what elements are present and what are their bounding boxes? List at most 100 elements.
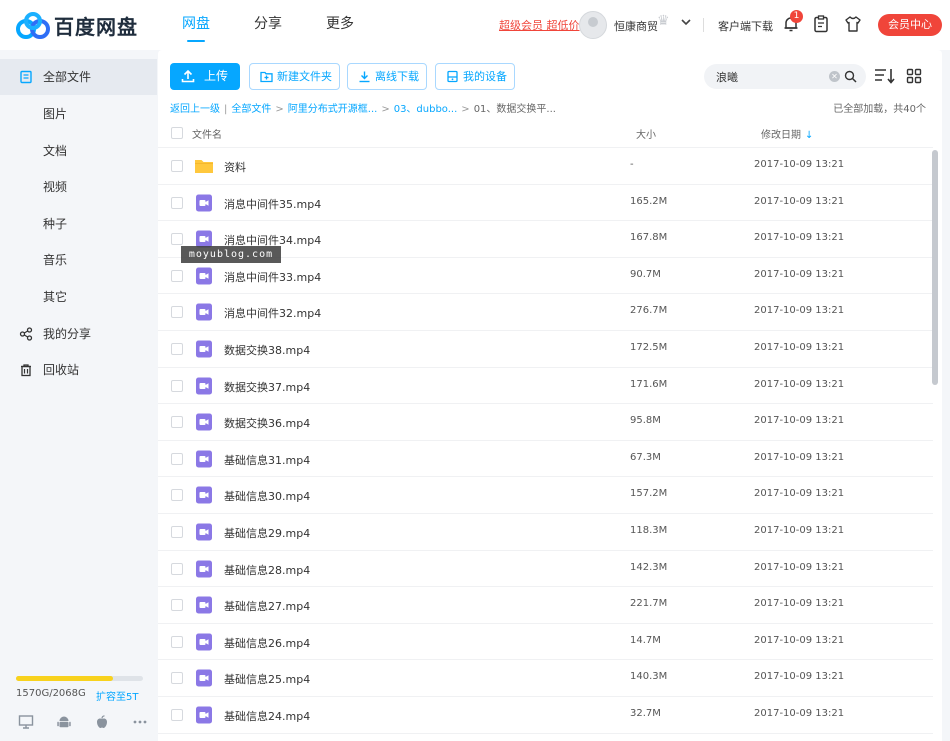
- table-row[interactable]: 基础信息25.mp4 140.3M 2017-10-09 13:21: [158, 660, 933, 697]
- chevron-down-icon[interactable]: [680, 16, 692, 28]
- expand-storage-link[interactable]: 扩容至5T: [96, 688, 138, 703]
- breadcrumb-item[interactable]: 03、dubbo...: [394, 104, 458, 115]
- nav-tab-more[interactable]: 更多: [326, 0, 354, 50]
- file-size: 118.3M: [630, 525, 668, 536]
- clear-search-icon[interactable]: ✕: [829, 71, 840, 82]
- file-name[interactable]: 基础信息28.mp4: [224, 562, 310, 578]
- row-checkbox[interactable]: [171, 160, 183, 172]
- table-row[interactable]: 数据交换38.mp4 172.5M 2017-10-09 13:21: [158, 331, 933, 368]
- row-checkbox[interactable]: [171, 526, 183, 538]
- breadcrumb-item[interactable]: 全部文件: [231, 104, 271, 115]
- column-header-date[interactable]: 修改日期 ↓: [761, 126, 813, 141]
- table-row[interactable]: 基础信息26.mp4 14.7M 2017-10-09 13:21: [158, 624, 933, 661]
- row-checkbox[interactable]: [171, 709, 183, 721]
- table-row[interactable]: 消息中间件33.mp4 90.7M 2017-10-09 13:21: [158, 258, 933, 295]
- sidebar-item-my-shares[interactable]: 我的分享: [0, 316, 157, 352]
- username[interactable]: 恒康商贸: [614, 18, 658, 34]
- video-file-icon: [194, 377, 214, 395]
- file-modified-date: 2017-10-09 13:21: [754, 305, 845, 317]
- sidebar-item-all-files[interactable]: 全部文件: [0, 59, 157, 95]
- row-checkbox[interactable]: [171, 306, 183, 319]
- file-name[interactable]: 基础信息25.mp4: [224, 671, 310, 687]
- row-checkbox[interactable]: [171, 416, 183, 429]
- file-name[interactable]: 基础信息30.mp4: [224, 488, 310, 504]
- client-download-link[interactable]: 客户端下载: [718, 18, 773, 34]
- row-checkbox[interactable]: [171, 343, 183, 355]
- file-name[interactable]: 消息中间件33.mp4: [224, 269, 321, 285]
- upload-button[interactable]: 上传: [170, 63, 240, 90]
- vip-promo-link[interactable]: 超级会员 超低价: [499, 17, 580, 33]
- row-checkbox[interactable]: [171, 489, 183, 502]
- table-row[interactable]: 资料 - 2017-10-09 13:21: [158, 148, 933, 185]
- breadcrumb-back[interactable]: 返回上一级: [170, 104, 220, 115]
- storage-usage-bar: [16, 676, 143, 681]
- file-name[interactable]: 数据交换36.mp4: [224, 415, 310, 431]
- row-checkbox[interactable]: [171, 635, 183, 648]
- file-name[interactable]: 资料: [224, 159, 246, 175]
- sidebar-item-recycle-bin[interactable]: 回收站: [0, 352, 157, 388]
- row-checkbox[interactable]: [171, 562, 183, 575]
- more-dots-icon[interactable]: [132, 714, 148, 730]
- sidebar-item-music[interactable]: 音乐: [0, 242, 157, 278]
- new-folder-button[interactable]: 新建文件夹: [249, 63, 340, 90]
- desktop-icon[interactable]: [18, 714, 34, 730]
- sidebar-item-documents[interactable]: 文档: [0, 133, 157, 169]
- sidebar-item-torrents[interactable]: 种子: [0, 206, 157, 242]
- row-checkbox[interactable]: [171, 233, 183, 246]
- table-row[interactable]: 基础信息31.mp4 67.3M 2017-10-09 13:21: [158, 441, 933, 478]
- sidebar-item-label: 视频: [43, 180, 68, 194]
- tshirt-icon[interactable]: [843, 14, 863, 34]
- table-row[interactable]: 基础信息29.mp4 118.3M 2017-10-09 13:21: [158, 514, 933, 551]
- avatar[interactable]: [579, 11, 607, 39]
- search-icon[interactable]: [844, 70, 857, 83]
- sidebar-item-videos[interactable]: 视频: [0, 169, 157, 205]
- breadcrumb-separator: |: [224, 104, 228, 115]
- file-name[interactable]: 消息中间件35.mp4: [224, 196, 321, 212]
- table-row[interactable]: 基础信息24.mp4 32.7M 2017-10-09 13:21: [158, 697, 933, 734]
- scrollbar-thumb[interactable]: [932, 150, 938, 385]
- nav-tab-share[interactable]: 分享: [254, 0, 282, 50]
- android-icon[interactable]: [56, 714, 72, 730]
- column-header-name[interactable]: 文件名: [192, 126, 222, 141]
- row-checkbox[interactable]: [171, 379, 183, 392]
- file-name[interactable]: 消息中间件32.mp4: [224, 305, 321, 321]
- new-folder-icon: [260, 71, 273, 83]
- sort-icon[interactable]: [874, 66, 896, 86]
- file-name[interactable]: 基础信息27.mp4: [224, 598, 310, 614]
- offline-download-button[interactable]: 离线下载: [347, 63, 427, 90]
- grid-view-icon[interactable]: [906, 68, 922, 84]
- select-all-checkbox[interactable]: [171, 127, 183, 139]
- file-name[interactable]: 基础信息26.mp4: [224, 635, 310, 651]
- table-row[interactable]: 基础信息28.mp4 142.3M 2017-10-09 13:21: [158, 551, 933, 588]
- table-row[interactable]: 消息中间件32.mp4 276.7M 2017-10-09 13:21: [158, 294, 933, 331]
- search-input[interactable]: [716, 64, 826, 89]
- file-name[interactable]: 数据交换37.mp4: [224, 379, 310, 395]
- table-row[interactable]: 数据交换37.mp4 171.6M 2017-10-09 13:21: [158, 368, 933, 405]
- column-header-size[interactable]: 大小: [636, 126, 656, 141]
- table-row[interactable]: 基础信息30.mp4 157.2M 2017-10-09 13:21: [158, 477, 933, 514]
- table-row[interactable]: 数据交换36.mp4 95.8M 2017-10-09 13:21: [158, 404, 933, 441]
- file-size: 140.3M: [630, 671, 668, 683]
- nav-tab-netdisk[interactable]: 网盘: [182, 0, 210, 50]
- row-checkbox[interactable]: [171, 452, 183, 465]
- my-devices-button[interactable]: 我的设备: [435, 63, 515, 90]
- sidebar-item-images[interactable]: 图片: [0, 96, 157, 132]
- file-name[interactable]: 基础信息29.mp4: [224, 525, 310, 541]
- breadcrumb-item[interactable]: 阿里分布式开源框...: [288, 104, 378, 115]
- table-row[interactable]: 消息中间件35.mp4 165.2M 2017-10-09 13:21: [158, 185, 933, 222]
- vip-center-button[interactable]: 会员中心: [878, 14, 942, 36]
- app-logo[interactable]: 百度网盘: [16, 11, 138, 40]
- row-checkbox[interactable]: [171, 599, 183, 612]
- file-size: 172.5M: [630, 342, 668, 353]
- file-name[interactable]: 基础信息24.mp4: [224, 708, 310, 724]
- table-row[interactable]: 基础信息27.mp4 221.7M 2017-10-09 13:21: [158, 587, 933, 624]
- video-file-icon: [194, 413, 214, 431]
- file-name[interactable]: 基础信息31.mp4: [224, 452, 310, 468]
- row-checkbox[interactable]: [171, 672, 183, 685]
- row-checkbox[interactable]: [171, 269, 183, 282]
- sidebar-item-other[interactable]: 其它: [0, 279, 157, 315]
- row-checkbox[interactable]: [171, 196, 183, 209]
- clipboard-icon[interactable]: [811, 14, 831, 34]
- apple-icon[interactable]: [94, 714, 110, 730]
- file-name[interactable]: 数据交换38.mp4: [224, 342, 310, 358]
